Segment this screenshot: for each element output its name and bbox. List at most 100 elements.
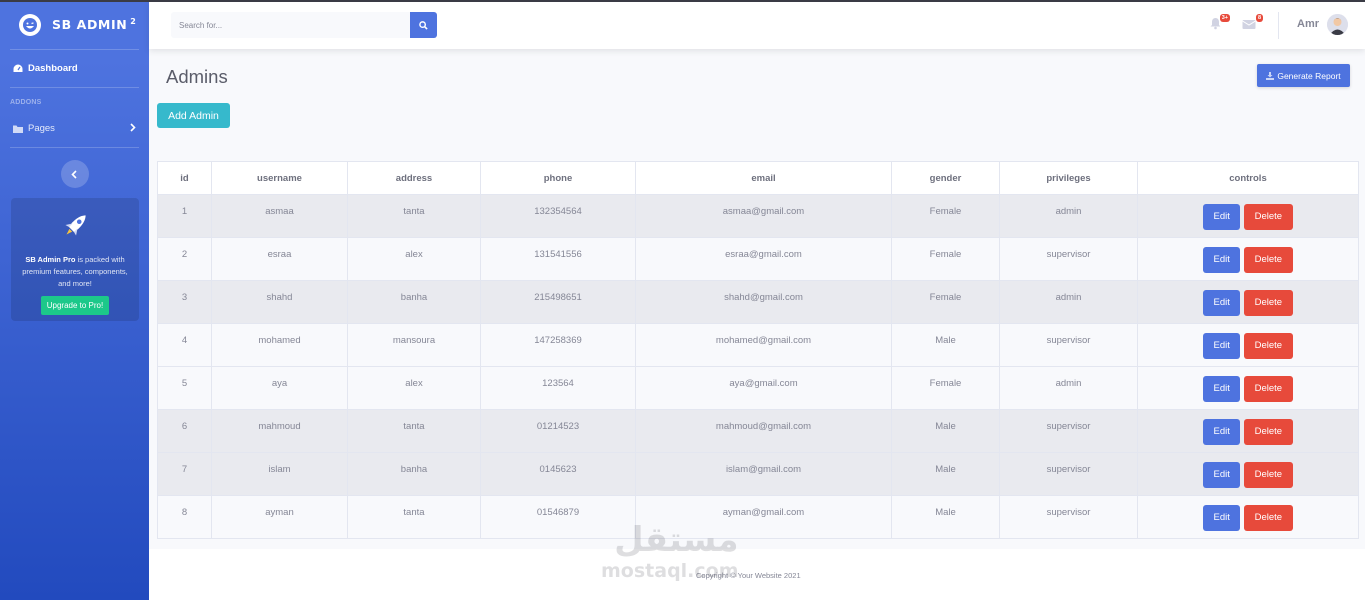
rocket-icon <box>65 215 86 236</box>
cell-controls: Edit Delete <box>1137 194 1359 238</box>
upgrade-button[interactable]: Upgrade to Pro! <box>40 296 110 315</box>
cell-email: asmaa@gmail.com <box>635 194 892 238</box>
sidebar-toggle-button[interactable] <box>60 160 89 188</box>
table-row: 3 shahd banha 215498651 shahd@gmail.com … <box>157 280 1359 324</box>
cell-email: ayman@gmail.com <box>635 495 892 539</box>
column-header-username: username <box>211 161 348 195</box>
cell-privileges: supervisor <box>999 452 1138 496</box>
user-avatar-icon <box>1327 14 1348 35</box>
table-row: 8 ayman tanta 01546879 ayman@gmail.com M… <box>157 495 1359 539</box>
cell-phone: 123564 <box>480 366 636 410</box>
admins-table-wrapper: id username address phone email gender p… <box>157 161 1359 539</box>
cell-privileges: supervisor <box>999 323 1138 367</box>
alerts-button[interactable]: 3+ <box>1209 14 1230 31</box>
top-edge <box>0 0 1365 2</box>
cell-privileges: admin <box>999 194 1138 238</box>
messages-button[interactable]: 8 <box>1242 14 1263 31</box>
cell-privileges: supervisor <box>999 495 1138 539</box>
cell-address: alex <box>347 366 481 410</box>
search-icon <box>419 20 428 30</box>
cell-phone: 01214523 <box>480 409 636 453</box>
brand-name: SB ADMIN 2 <box>52 16 137 33</box>
sidebar-heading: ADDONS <box>10 99 42 106</box>
sidebar-promo-card: SB Admin Pro is packed with premium feat… <box>11 198 139 321</box>
cell-address: tanta <box>347 194 481 238</box>
folder-icon <box>12 123 23 134</box>
search-input[interactable] <box>171 12 410 38</box>
cell-id: 7 <box>157 452 212 496</box>
delete-button[interactable]: Delete <box>1243 462 1293 488</box>
edit-button[interactable]: Edit <box>1203 290 1241 316</box>
cell-id: 8 <box>157 495 212 539</box>
cell-username: aya <box>211 366 348 410</box>
table-body: 1 asmaa tanta 132354564 asmaa@gmail.com … <box>157 194 1359 539</box>
column-header-controls: controls <box>1137 161 1359 195</box>
laugh-wink-icon <box>19 13 41 36</box>
cell-username: esraa <box>211 237 348 281</box>
cell-privileges: supervisor <box>999 409 1138 453</box>
topbar: 3+ 8 Amr <box>149 2 1365 49</box>
cell-address: alex <box>347 237 481 281</box>
edit-button[interactable]: Edit <box>1203 247 1241 273</box>
page-title: Admins <box>166 66 228 87</box>
table-row: 4 mohamed mansoura 147258369 mohamed@gma… <box>157 323 1359 367</box>
search-button[interactable] <box>410 12 437 38</box>
edit-button[interactable]: Edit <box>1203 419 1241 445</box>
column-header-phone: phone <box>480 161 636 195</box>
cell-phone: 215498651 <box>480 280 636 324</box>
cell-id: 2 <box>157 237 212 281</box>
edit-button[interactable]: Edit <box>1203 204 1241 230</box>
edit-button[interactable]: Edit <box>1203 505 1241 531</box>
cell-phone: 132354564 <box>480 194 636 238</box>
cell-id: 5 <box>157 366 212 410</box>
cell-phone: 0145623 <box>480 452 636 496</box>
cell-username: ayman <box>211 495 348 539</box>
delete-button[interactable]: Delete <box>1243 376 1293 402</box>
add-admin-button[interactable]: Add Admin <box>157 103 230 128</box>
edit-button[interactable]: Edit <box>1203 333 1241 359</box>
delete-button[interactable]: Delete <box>1243 333 1293 359</box>
avatar[interactable] <box>1327 14 1348 35</box>
admins-table: id username address phone email gender p… <box>157 161 1359 539</box>
cell-username: shahd <box>211 280 348 324</box>
cell-email: islam@gmail.com <box>635 452 892 496</box>
cell-address: tanta <box>347 495 481 539</box>
user-name[interactable]: Amr <box>1297 18 1319 30</box>
cell-email: mahmoud@gmail.com <box>635 409 892 453</box>
cell-controls: Edit Delete <box>1137 280 1359 324</box>
cell-privileges: supervisor <box>999 237 1138 281</box>
cell-address: banha <box>347 280 481 324</box>
delete-button[interactable]: Delete <box>1243 204 1293 230</box>
delete-button[interactable]: Delete <box>1243 505 1293 531</box>
column-header-address: address <box>347 161 481 195</box>
cell-controls: Edit Delete <box>1137 452 1359 496</box>
table-row: 2 esraa alex 131541556 esraa@gmail.com F… <box>157 237 1359 281</box>
cell-phone: 147258369 <box>480 323 636 367</box>
cell-username: asmaa <box>211 194 348 238</box>
cell-gender: Female <box>891 280 1000 324</box>
cell-gender: Female <box>891 366 1000 410</box>
envelope-icon <box>1242 20 1256 29</box>
sidebar-item-dashboard[interactable]: Dashboard <box>0 50 149 87</box>
cell-gender: Male <box>891 452 1000 496</box>
cell-username: islam <box>211 452 348 496</box>
cell-id: 6 <box>157 409 212 453</box>
cell-address: tanta <box>347 409 481 453</box>
cell-privileges: admin <box>999 280 1138 324</box>
edit-button[interactable]: Edit <box>1203 376 1241 402</box>
sidebar: SB ADMIN 2 Dashboard ADDONS Pages SB Adm… <box>0 0 149 600</box>
sidebar-item-pages[interactable]: Pages <box>0 110 149 147</box>
cell-username: mohamed <box>211 323 348 367</box>
cell-email: mohamed@gmail.com <box>635 323 892 367</box>
sidebar-brand[interactable]: SB ADMIN 2 <box>0 0 149 49</box>
table-row: 7 islam banha 0145623 islam@gmail.com Ma… <box>157 452 1359 496</box>
delete-button[interactable]: Delete <box>1243 419 1293 445</box>
delete-button[interactable]: Delete <box>1243 290 1293 316</box>
topbar-divider <box>1278 12 1279 39</box>
delete-button[interactable]: Delete <box>1243 247 1293 273</box>
edit-button[interactable]: Edit <box>1203 462 1241 488</box>
alerts-badge: 3+ <box>1219 14 1230 22</box>
cell-username: mahmoud <box>211 409 348 453</box>
sidebar-item-label: Dashboard <box>28 63 78 74</box>
generate-report-button[interactable]: Generate Report <box>1257 64 1350 87</box>
